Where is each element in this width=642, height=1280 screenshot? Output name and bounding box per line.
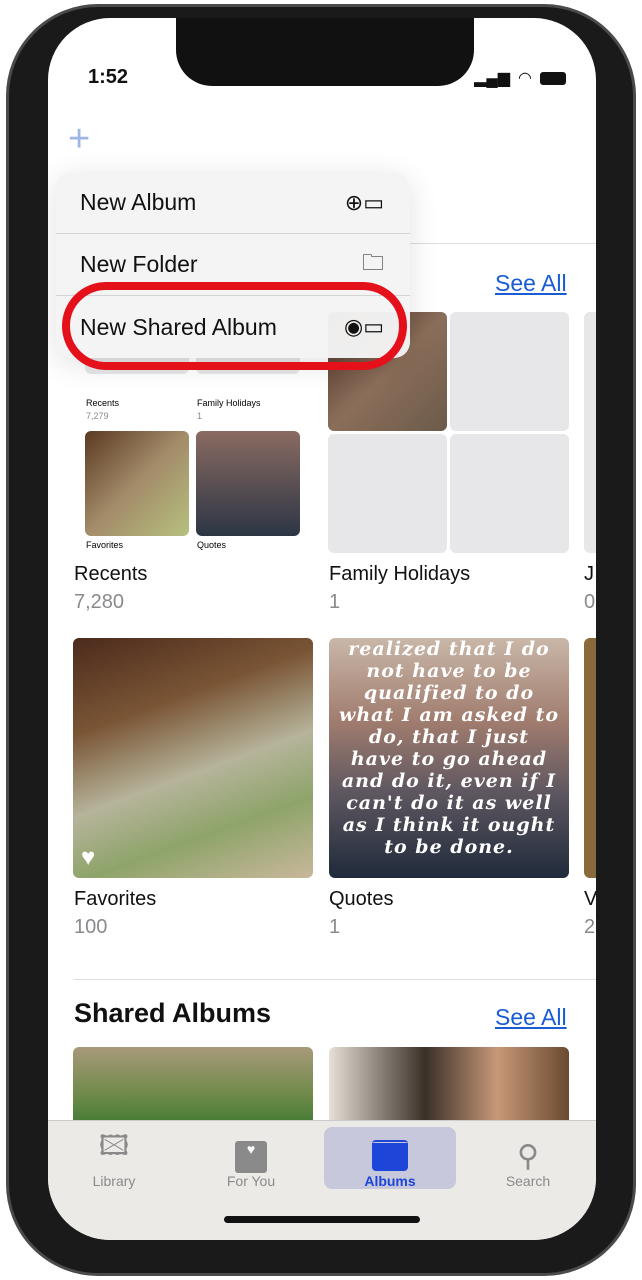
menu-item-label: New Folder	[80, 251, 198, 277]
search-icon: ⚲	[517, 1140, 539, 1173]
album-add-icon: ⊕▭	[344, 189, 384, 215]
preview-label: Favorites	[86, 540, 124, 550]
albums-icon	[372, 1139, 408, 1171]
album-count: 7,280	[74, 591, 125, 613]
tab-search[interactable]: ⚲ Search	[462, 1127, 594, 1190]
family-holidays-placeholder	[450, 312, 569, 431]
tab-label: Search	[505, 1173, 551, 1189]
heart-icon: ♥	[81, 844, 96, 871]
album-title: Favorites	[74, 888, 157, 910]
notch	[176, 18, 474, 86]
preview-favorites	[85, 431, 189, 536]
preview-count: 7,279	[86, 411, 109, 421]
tab-albums[interactable]: Albums	[324, 1127, 456, 1189]
tab-library[interactable]: 🖾 Library	[48, 1127, 180, 1189]
wifi-icon: ◠	[518, 70, 532, 87]
menu-item-label: New Album	[80, 189, 197, 215]
battery-icon	[540, 71, 566, 85]
album-count: 2	[584, 916, 596, 938]
quotes-album-thumb[interactable]: realized that I do not have to be qualif…	[329, 638, 569, 878]
tab-label: Albums	[364, 1173, 416, 1189]
preview-label: Recents	[86, 398, 120, 408]
family-holidays-placeholder	[328, 434, 447, 553]
album-title: V	[584, 888, 596, 910]
folder-add-icon: 🗀	[361, 249, 384, 275]
signal-icon: ▂▄▆	[474, 70, 511, 87]
highlight-ring	[62, 282, 407, 370]
album-count: 100	[74, 916, 108, 938]
status-icons: ▂▄▆ ◠	[474, 68, 566, 88]
shared-album-thumb[interactable]	[73, 1047, 313, 1127]
add-button[interactable]: +	[68, 118, 90, 161]
tab-for-you[interactable]: ♥ For You	[185, 1127, 317, 1189]
album-count: 0	[584, 591, 596, 613]
tab-label: Library	[92, 1173, 136, 1189]
album-title: Quotes	[329, 888, 394, 910]
family-holidays-placeholder	[450, 434, 569, 553]
shared-albums-heading: Shared Albums	[74, 998, 272, 1028]
screen: 1:52 ▂▄▆ ◠ + See All Recents 7,279 Family…	[48, 18, 596, 1240]
divider	[410, 243, 596, 244]
see-all-shared-link[interactable]: See All	[495, 1004, 567, 1031]
divider	[74, 979, 596, 980]
photo-library-icon: 🖾	[98, 1130, 130, 1161]
shared-album-thumb[interactable]	[329, 1047, 569, 1127]
album-count: 1	[329, 591, 341, 613]
album-title: J	[584, 563, 594, 585]
see-all-albums-link[interactable]: See All	[495, 270, 567, 297]
album-thumb-v[interactable]	[584, 638, 596, 878]
preview-count: 1	[197, 411, 203, 421]
album-title: Recents	[74, 563, 148, 585]
album-count: 1	[329, 916, 341, 938]
home-indicator[interactable]	[224, 1216, 420, 1223]
preview-label: Quotes	[197, 540, 227, 550]
status-time: 1:52	[88, 66, 129, 88]
for-you-icon: ♥	[235, 1141, 267, 1173]
album-thumb-j[interactable]	[584, 312, 596, 553]
preview-label: Family Holidays	[197, 398, 261, 408]
album-title: Family Holidays	[329, 563, 471, 585]
preview-quotes	[196, 431, 300, 536]
favorites-album-thumb[interactable]: ♥	[73, 638, 313, 878]
tab-label: For You	[226, 1173, 276, 1189]
menu-item-new-album[interactable]: New Album ⊕▭	[56, 172, 410, 234]
